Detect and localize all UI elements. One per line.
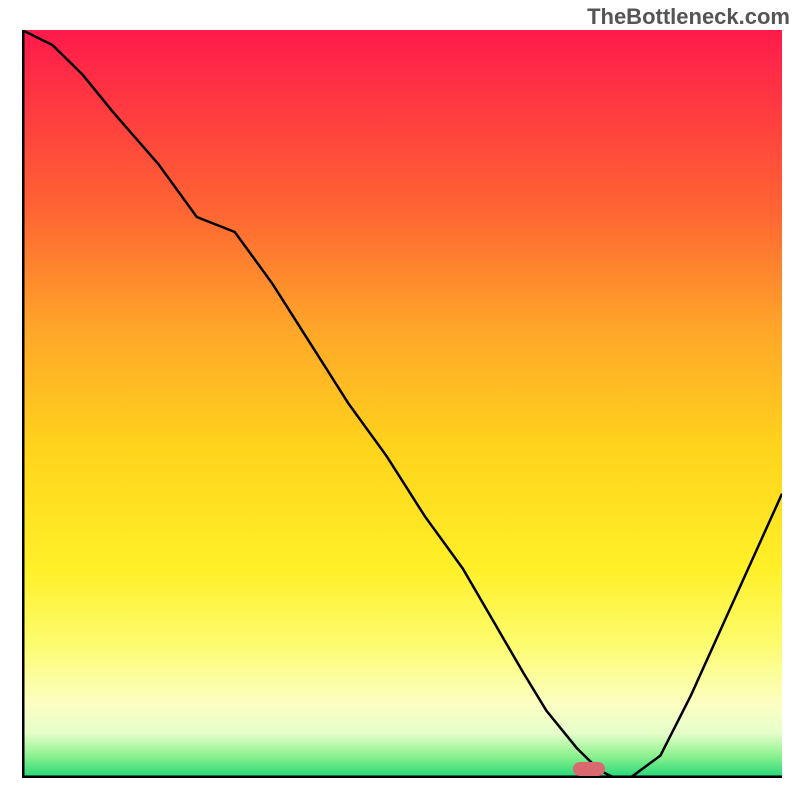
chart-container: TheBottleneck.com <box>0 0 800 800</box>
watermark-text: TheBottleneck.com <box>587 4 790 30</box>
gradient-plot-area <box>22 30 782 778</box>
